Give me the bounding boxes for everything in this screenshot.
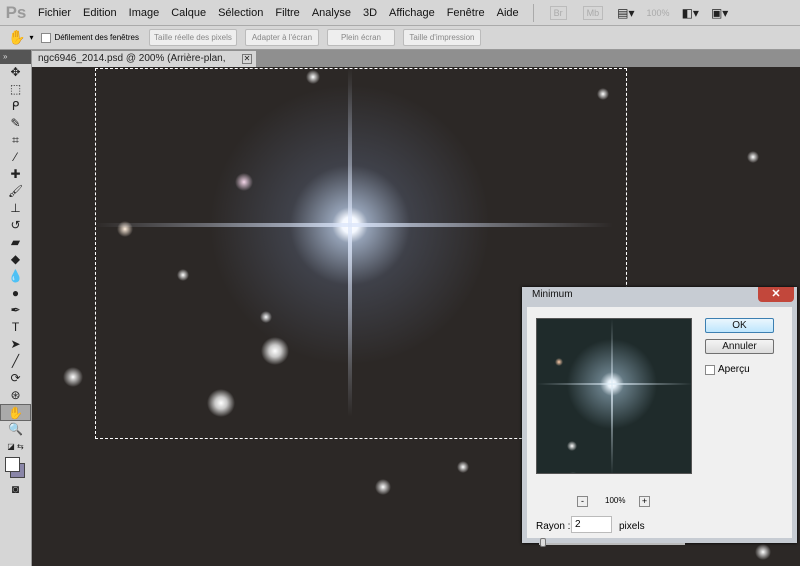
zoom-level[interactable]: 100% <box>647 8 670 18</box>
zoom-out-button[interactable]: - <box>577 496 588 507</box>
radius-label: Rayon : <box>536 521 571 532</box>
lasso-tool-icon[interactable]: ᑭ <box>0 98 31 115</box>
ok-button[interactable]: OK <box>705 318 774 333</box>
close-dialog-button[interactable]: ✕ <box>758 287 794 302</box>
bridge-button[interactable]: Br <box>549 5 567 20</box>
menu-analyse[interactable]: Analyse <box>306 7 357 19</box>
radius-slider-thumb[interactable] <box>540 538 546 547</box>
zoom-tool-icon[interactable]: 🔍 <box>0 421 31 438</box>
marquee-tool-icon[interactable]: ⬚ <box>0 81 31 98</box>
hand-tool-icon[interactable]: ✋ <box>0 404 31 421</box>
arrange-documents-icon[interactable]: ◧▾ <box>682 6 699 20</box>
history-brush-tool-icon[interactable]: ↺ <box>0 217 31 234</box>
menu-3d[interactable]: 3D <box>357 7 383 19</box>
close-tab-icon[interactable]: ✕ <box>242 54 252 64</box>
eyedropper-tool-icon[interactable]: ⁄ <box>0 149 31 166</box>
menu-selection[interactable]: Sélection <box>212 7 269 19</box>
hand-tool-icon[interactable]: ✋ <box>8 29 25 46</box>
preview-label: Aperçu <box>718 364 750 375</box>
crop-tool-icon[interactable]: ⌗ <box>0 132 31 149</box>
3d-orbit-tool-icon[interactable]: ⊛ <box>0 387 31 404</box>
brush-tool-icon[interactable]: 🖌 <box>0 183 31 200</box>
clone-stamp-tool-icon[interactable]: ⊥ <box>0 200 31 217</box>
eraser-tool-icon[interactable]: ▰ <box>0 234 31 251</box>
tools-panel: » ✥ ⬚ ᑭ ✎ ⌗ ⁄ ✚ 🖌 ⊥ ↺ ▰ ◆ 💧 ● ✒ T ➤ ╱ ⟳ … <box>0 50 32 566</box>
screen-mode-icon[interactable]: ▣▾ <box>711 6 728 20</box>
menu-image[interactable]: Image <box>123 7 166 19</box>
paint-bucket-tool-icon[interactable]: ◆ <box>0 251 31 268</box>
3d-rotate-tool-icon[interactable]: ⟳ <box>0 370 31 387</box>
minibridge-button[interactable]: Mb <box>582 5 604 20</box>
photoshop-logo: Ps <box>5 2 27 22</box>
healing-brush-tool-icon[interactable]: ✚ <box>0 166 31 183</box>
radius-slider-track[interactable] <box>539 543 685 545</box>
actual-pixels-button[interactable]: Taille réelle des pixels <box>148 29 237 46</box>
tool-preset-dropdown[interactable]: ▾ <box>29 33 33 42</box>
cancel-button[interactable]: Annuler <box>705 339 774 354</box>
dialog-title: Minimum <box>532 289 573 300</box>
collapse-panel-icon[interactable]: » <box>0 50 31 64</box>
blur-tool-icon[interactable]: 💧 <box>0 268 31 285</box>
preview-star-spike <box>611 319 613 473</box>
foreground-color-swatch[interactable] <box>5 457 20 472</box>
menu-filtre[interactable]: Filtre <box>269 7 305 19</box>
menu-affichage[interactable]: Affichage <box>383 7 441 19</box>
scroll-all-windows-label: Défilement des fenêtres <box>54 33 139 42</box>
preview-option[interactable]: Aperçu <box>705 364 750 375</box>
pen-tool-icon[interactable]: ✒ <box>0 302 31 319</box>
menu-bar: Ps Fichier Edition Image Calque Sélectio… <box>0 0 800 26</box>
zoom-in-button[interactable]: + <box>639 496 650 507</box>
quick-selection-tool-icon[interactable]: ✎ <box>0 115 31 132</box>
color-swatches[interactable] <box>0 455 31 481</box>
minimum-filter-dialog: Minimum ✕ - 100% + OK Annuler Aperçu Ray… <box>522 287 797 547</box>
swap-colors-icon[interactable]: ◪ ⇆ <box>0 438 31 455</box>
view-extras-icon[interactable]: ▤▾ <box>617 6 634 20</box>
divider <box>532 3 534 22</box>
dodge-tool-icon[interactable]: ● <box>0 285 31 302</box>
move-tool-icon[interactable]: ✥ <box>0 64 31 81</box>
menu-fenetre[interactable]: Fenêtre <box>441 7 491 19</box>
document-tab-bar: ngc6946_2014.psd @ 200% (Arrière-plan, R… <box>32 50 800 80</box>
filter-preview[interactable] <box>536 318 692 474</box>
document-tab[interactable]: ngc6946_2014.psd @ 200% (Arrière-plan, R… <box>32 51 256 80</box>
menu-edition[interactable]: Edition <box>77 7 123 19</box>
type-tool-icon[interactable]: T <box>0 319 31 336</box>
print-size-button[interactable]: Taille d'impression <box>402 29 481 46</box>
path-selection-tool-icon[interactable]: ➤ <box>0 336 31 353</box>
radius-input[interactable] <box>571 516 612 533</box>
menu-calque[interactable]: Calque <box>165 7 212 19</box>
quick-mask-icon[interactable]: ◙ <box>0 481 31 498</box>
preview-star-spike <box>537 383 691 385</box>
options-bar: ✋ ▾ Défilement des fenêtres Taille réell… <box>0 26 800 50</box>
radius-unit: pixels <box>619 521 645 532</box>
preview-zoom-level: 100% <box>605 496 626 505</box>
menu-fichier[interactable]: Fichier <box>32 7 77 19</box>
menu-aide[interactable]: Aide <box>491 7 525 19</box>
line-tool-icon[interactable]: ╱ <box>0 353 31 370</box>
preview-checkbox[interactable] <box>705 364 715 375</box>
fit-screen-button[interactable]: Adapter à l'écran <box>244 29 319 46</box>
full-screen-button[interactable]: Plein écran <box>326 29 395 46</box>
scroll-all-windows-checkbox[interactable] <box>41 32 52 43</box>
